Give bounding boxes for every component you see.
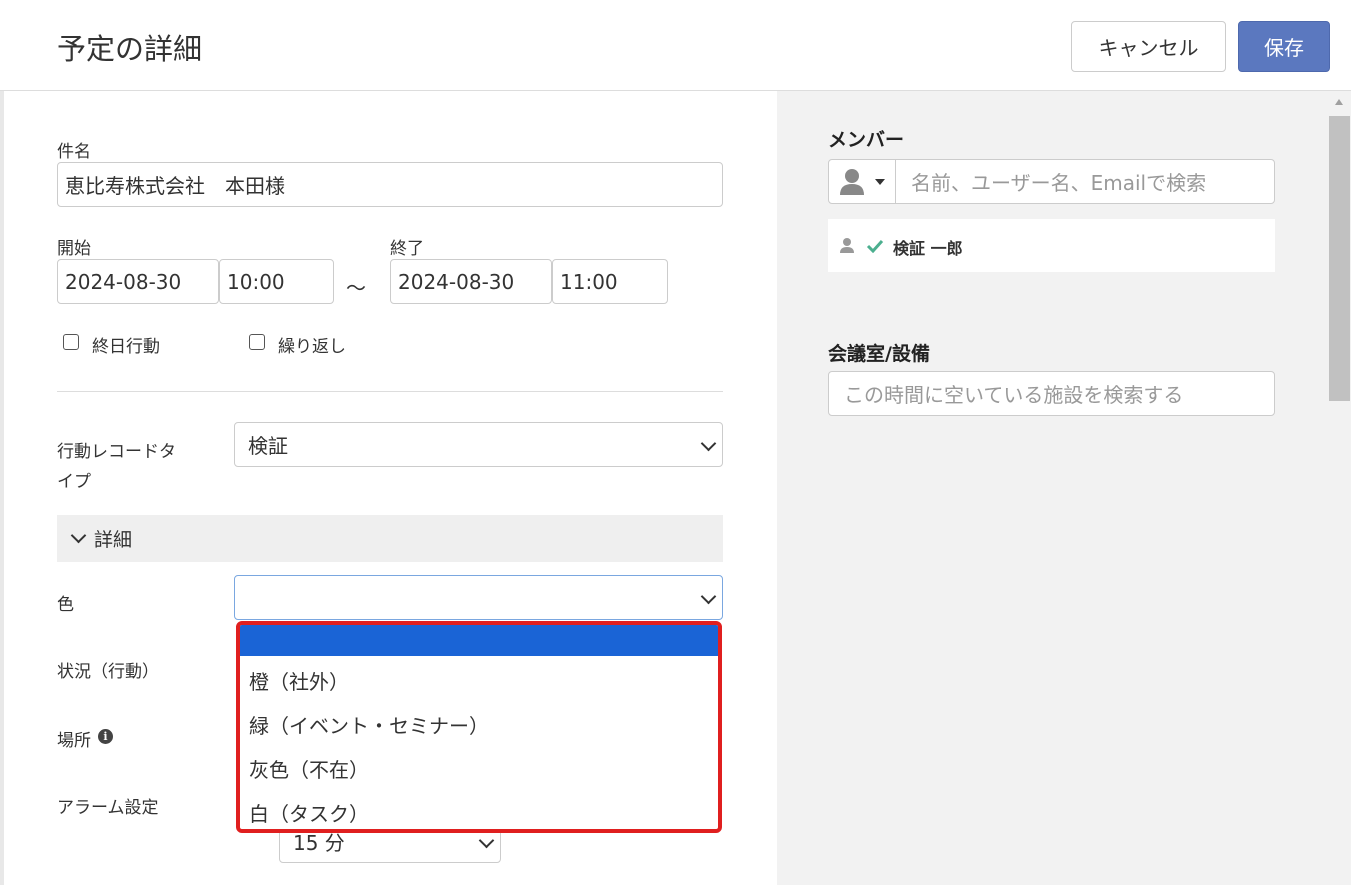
right-panel [777, 91, 1351, 885]
subject-label: 件名 [57, 142, 91, 162]
start-date-input[interactable]: 2024-08-30 [57, 259, 219, 304]
color-option-green[interactable]: 緑（イベント・セミナー） [240, 704, 718, 744]
user-icon [840, 169, 885, 195]
status-label: 状況（行動） [57, 662, 159, 682]
chevron-down-icon [700, 588, 717, 604]
color-option-orange[interactable]: 橙（社外） [240, 660, 718, 700]
chevron-down-icon [478, 832, 495, 848]
start-label: 開始 [57, 239, 91, 259]
record-type-value: 検証 [248, 434, 288, 458]
end-label: 終了 [390, 239, 424, 259]
color-option-blank[interactable] [240, 625, 718, 656]
member-search-input[interactable]: 名前、ユーザー名、Emailで検索 [895, 159, 1275, 204]
repeat-label: 繰り返し [278, 337, 346, 357]
end-date-input[interactable]: 2024-08-30 [390, 259, 552, 304]
scroll-up-arrow-icon[interactable] [1335, 99, 1343, 105]
record-type-select[interactable]: 検証 [234, 422, 723, 467]
user-icon [840, 238, 854, 253]
color-option-white[interactable]: 白（タスク） [240, 792, 718, 829]
start-time-input[interactable]: 10:00 [219, 259, 334, 304]
date-range-separator: ～ [346, 276, 366, 300]
modal-left-edge [0, 0, 4, 885]
allday-checkbox[interactable] [63, 334, 79, 350]
allday-label: 終日行動 [92, 337, 160, 357]
cancel-button[interactable]: キャンセル [1071, 21, 1226, 72]
record-type-label-line2: イプ [57, 472, 91, 492]
facilities-heading: 会議室/設備 [828, 343, 930, 365]
scrollbar-thumb[interactable] [1329, 116, 1350, 401]
subject-input[interactable]: 恵比寿株式会社 本田様 [57, 162, 723, 207]
details-section-header[interactable]: 詳細 [57, 515, 723, 562]
color-dropdown-list: 橙（社外） 緑（イベント・セミナー） 灰色（不在） 白（タスク） [236, 621, 722, 833]
color-label: 色 [57, 595, 74, 615]
save-button[interactable]: 保存 [1238, 21, 1330, 72]
info-icon[interactable]: i [98, 729, 113, 744]
chevron-down-icon [700, 435, 717, 451]
facility-search-input[interactable]: この時間に空いている施設を検索する [828, 371, 1275, 416]
page-title: 予定の詳細 [57, 32, 203, 66]
member-type-dropdown[interactable] [828, 159, 896, 204]
location-label: 場所 [57, 731, 91, 751]
repeat-checkbox[interactable] [249, 334, 265, 350]
end-time-input[interactable]: 11:00 [552, 259, 668, 304]
members-heading: メンバー [828, 129, 905, 151]
alarm-label: アラーム設定 [57, 798, 159, 818]
color-select[interactable] [234, 575, 723, 620]
record-type-label-line1: 行動レコードタ [57, 442, 176, 462]
details-label: 詳細 [94, 529, 133, 551]
check-icon [866, 239, 884, 253]
color-option-gray[interactable]: 灰色（不在） [240, 748, 718, 788]
member-list-item: 検証 一郎 [828, 219, 1275, 272]
member-name: 検証 一郎 [893, 239, 963, 258]
divider [57, 391, 723, 392]
chevron-down-icon [70, 527, 87, 544]
